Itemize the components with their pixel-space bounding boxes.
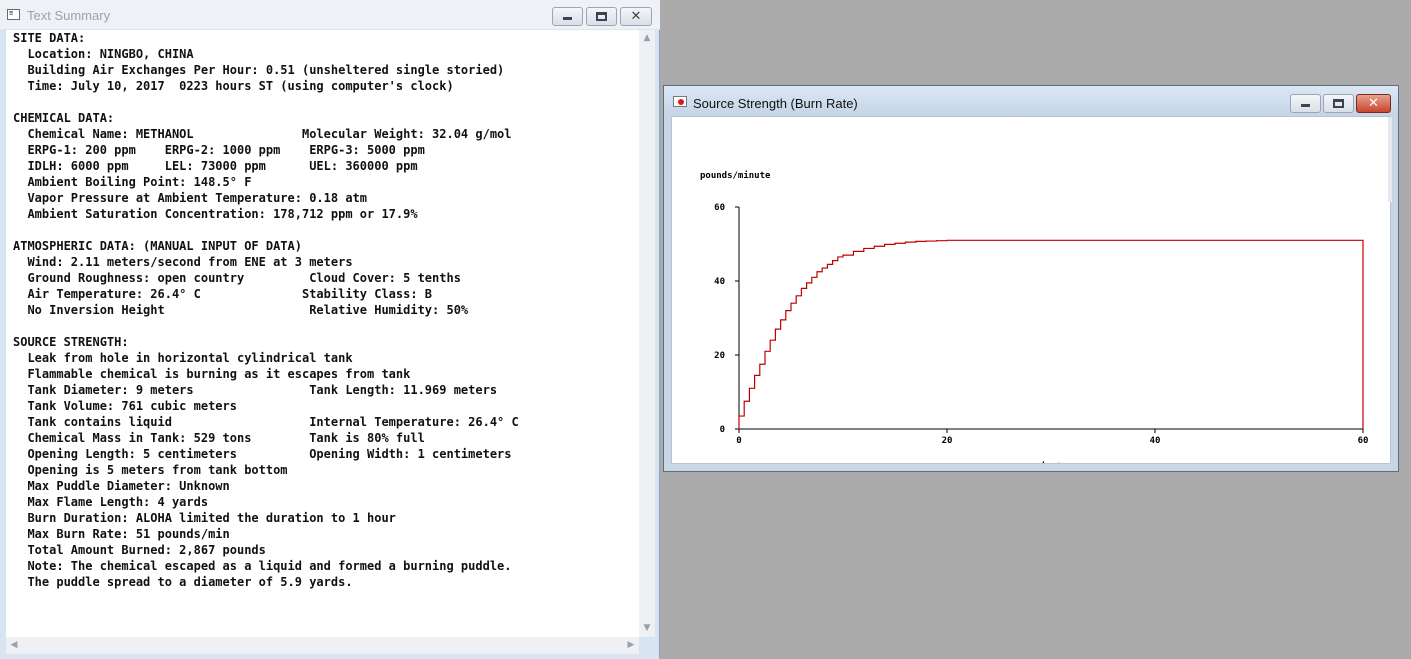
scroll-left-icon[interactable]: ◀ [6, 637, 22, 653]
horizontal-scrollbar[interactable]: ◀ ▶ [6, 637, 639, 654]
summary-line: Burn Duration: ALOHA limited the duratio… [13, 511, 396, 525]
source-strength-window: Source Strength (Burn Rate) ✕ 0 20 40 60 0 20… [663, 85, 1399, 472]
y-axis-label: pounds/minute [700, 170, 771, 181]
close-icon: ✕ [630, 9, 642, 24]
summary-line: SOURCE STRENGTH: [13, 335, 129, 349]
minimize-icon [563, 17, 572, 20]
summary-line: Max Burn Rate: 51 pounds/min [13, 527, 230, 541]
x-axis-label: minutes [1035, 461, 1073, 463]
summary-line: Ground Roughness: open country Cloud Cov… [13, 271, 461, 285]
summary-line: Tank Diameter: 9 meters Tank Length: 11.… [13, 383, 498, 397]
summary-line: Total Amount Burned: 2,867 pounds [13, 543, 266, 557]
summary-line: Flammable chemical is burning as it esca… [13, 367, 411, 381]
maximize-icon [1333, 99, 1344, 108]
summary-line: Time: July 10, 2017 0223 hours ST (using… [13, 79, 454, 93]
summary-line: Leak from hole in horizontal cylindrical… [13, 351, 353, 365]
text-summary-window: ≡ Text Summary ✕ SITE DATA: Location: NI… [0, 0, 660, 659]
burn-rate-chart: 0 20 40 60 0 20 40 60 pounds/minute minutes [700, 170, 1369, 463]
summary-line: Tank Volume: 761 cubic meters [13, 399, 237, 413]
burn-rate-series-line [738, 239, 1364, 429]
close-button[interactable]: ✕ [620, 7, 652, 26]
summary-line: Air Temperature: 26.4° C Stability Class… [13, 287, 433, 301]
scroll-right-icon[interactable]: ▶ [623, 637, 639, 653]
text-document-icon[interactable]: ≡ [7, 9, 20, 20]
burn-rate-icon[interactable] [673, 96, 687, 107]
summary-line: Max Puddle Diameter: Unknown [13, 479, 230, 493]
summary-line: CHEMICAL DATA: [13, 111, 115, 125]
close-icon: ✕ [1368, 96, 1379, 111]
y-tick-label: 60 [714, 203, 725, 213]
summary-line: Opening is 5 meters from tank bottom [13, 463, 288, 477]
x-tick-label: 40 [1150, 436, 1161, 446]
minimize-button[interactable] [552, 7, 583, 26]
window-title: Text Summary [27, 8, 111, 23]
summary-line: IDLH: 6000 ppm LEL: 73000 ppm UEL: 36000… [13, 159, 418, 173]
summary-line: Building Air Exchanges Per Hour: 0.51 (u… [13, 63, 505, 77]
summary-line: ERPG-1: 200 ppm ERPG-2: 1000 ppm ERPG-3:… [13, 143, 425, 157]
summary-line: Ambient Boiling Point: 148.5° F [13, 175, 252, 189]
summary-line: SITE DATA: [13, 31, 86, 45]
vertical-scrollbar[interactable]: ▲ ▼ [639, 30, 655, 637]
minimize-button[interactable] [1290, 94, 1321, 113]
summary-text: SITE DATA: Location: NINGBO, CHINA Build… [6, 30, 639, 590]
source-strength-titlebar[interactable]: Source Strength (Burn Rate) ✕ [664, 86, 1398, 116]
text-summary-titlebar[interactable]: ≡ Text Summary ✕ [0, 0, 660, 30]
summary-text-area[interactable]: SITE DATA: Location: NINGBO, CHINA Build… [6, 30, 639, 637]
summary-line: Tank contains liquid Internal Temperatur… [13, 415, 519, 429]
summary-line: Chemical Name: METHANOL Molecular Weight… [13, 127, 512, 141]
summary-line: Opening Length: 5 centimeters Opening Wi… [13, 447, 512, 461]
window-title: Source Strength (Burn Rate) [693, 96, 858, 111]
summary-line: ATMOSPHERIC DATA: (MANUAL INPUT OF DATA) [13, 239, 302, 253]
summary-line: The puddle spread to a diameter of 5.9 y… [13, 575, 353, 589]
summary-line: No Inversion Height Relative Humidity: 5… [13, 303, 469, 317]
scroll-down-icon[interactable]: ▼ [639, 620, 655, 636]
maximize-icon [596, 12, 607, 21]
summary-line: Wind: 2.11 meters/second from ENE at 3 m… [13, 255, 353, 269]
y-tick-label: 0 [720, 425, 725, 435]
y-tick-label: 40 [714, 277, 725, 287]
summary-line: Chemical Mass in Tank: 529 tons Tank is … [13, 431, 425, 445]
chart-area: 0 20 40 60 0 20 40 60 pounds/minute minutes [671, 116, 1392, 464]
chart-scrollbar[interactable] [1388, 117, 1392, 202]
x-tick-label: 20 [942, 436, 953, 446]
maximize-button[interactable] [1323, 94, 1354, 113]
summary-line: Max Flame Length: 4 yards [13, 495, 209, 509]
x-tick-label: 60 [1358, 436, 1369, 446]
summary-line: Ambient Saturation Concentration: 178,71… [13, 207, 418, 221]
minimize-icon [1301, 104, 1310, 107]
maximize-button[interactable] [586, 7, 617, 26]
summary-line: Vapor Pressure at Ambient Temperature: 0… [13, 191, 368, 205]
summary-line: Note: The chemical escaped as a liquid a… [13, 559, 512, 573]
close-button[interactable]: ✕ [1356, 94, 1391, 113]
scroll-up-icon[interactable]: ▲ [639, 30, 655, 46]
y-tick-label: 20 [714, 351, 725, 361]
x-tick-label: 0 [736, 436, 741, 446]
summary-line: Location: NINGBO, CHINA [13, 47, 194, 61]
